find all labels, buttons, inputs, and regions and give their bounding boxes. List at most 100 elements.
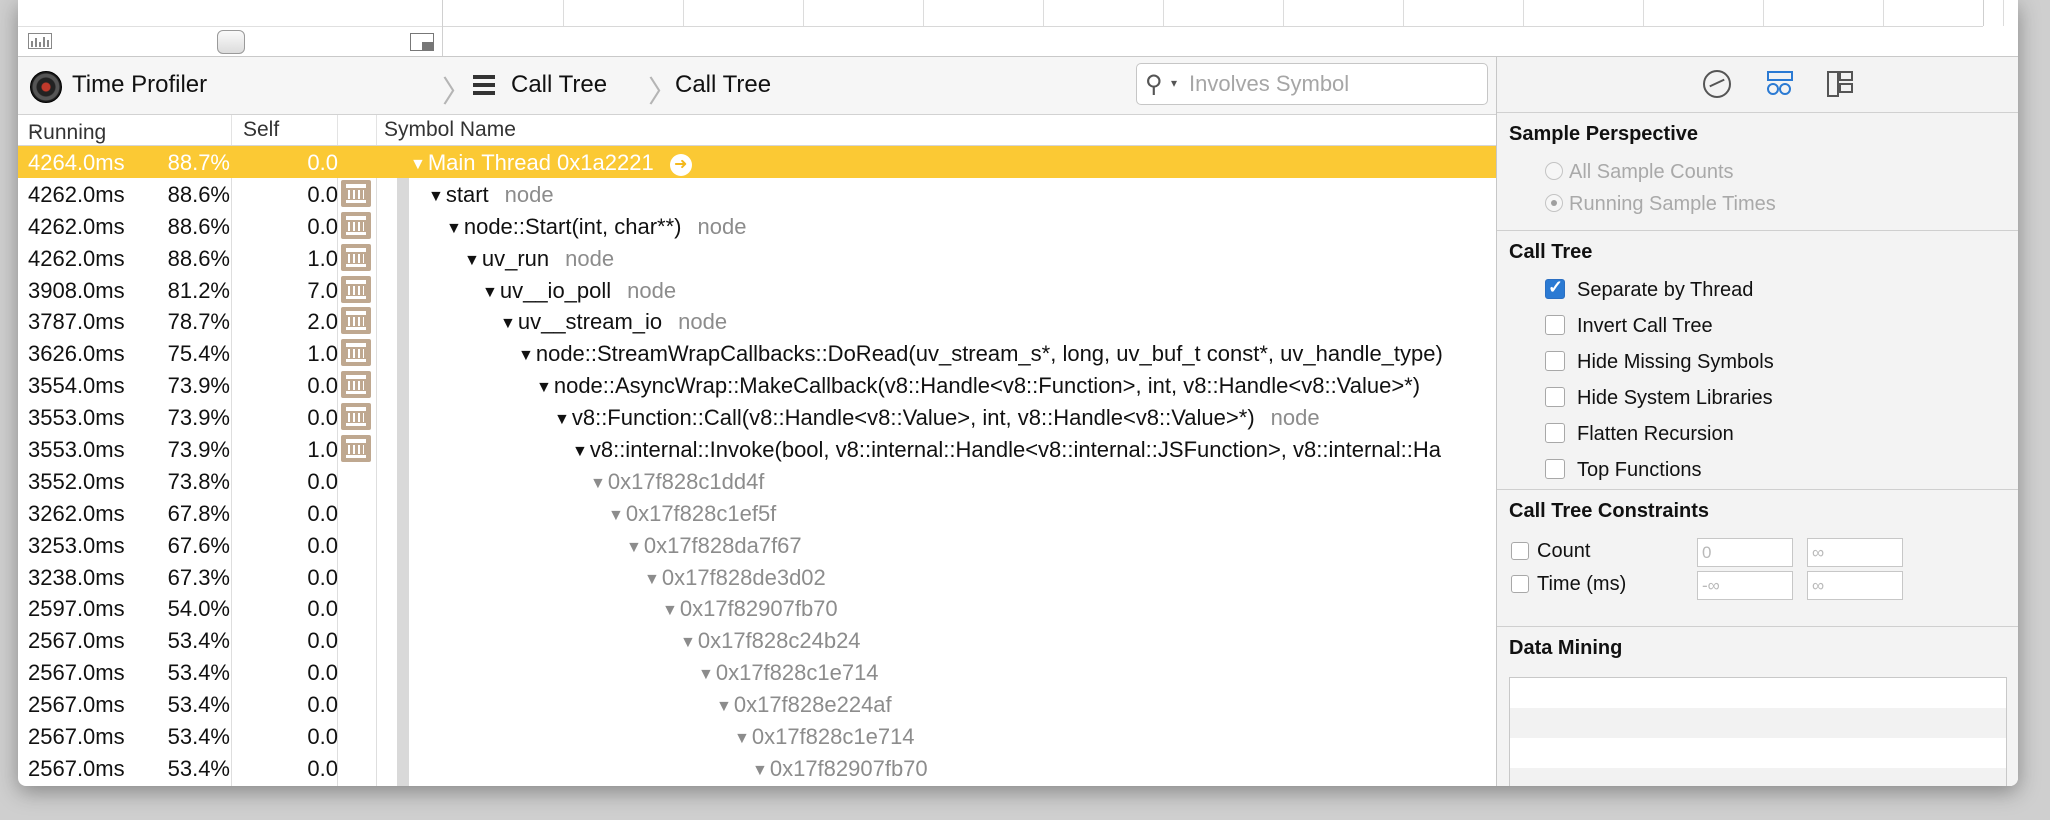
radio-all-sample-counts[interactable]: All Sample Counts <box>1545 161 1734 184</box>
symbol-name[interactable]: ▼uv__stream_io node <box>500 309 727 335</box>
symbol-search[interactable]: ⚲ ▾ <box>1136 63 1488 105</box>
data-mining-list[interactable] <box>1509 677 2007 786</box>
crumb-call-tree[interactable]: Call Tree <box>511 71 607 99</box>
symbol-name[interactable]: ▼0x17f82907fb70 <box>662 596 838 622</box>
symbol-name[interactable]: ▼Main Thread 0x1a2221 ➜ <box>410 150 692 177</box>
table-row[interactable]: 2567.0ms 53.4% 0.0 ▼0x17f828e224af <box>18 688 1496 720</box>
symbol-name[interactable]: ▼v8::internal::Invoke(bool, v8::internal… <box>572 437 1441 463</box>
checkbox-separate-by-thread[interactable]: Separate by Thread <box>1545 277 1753 302</box>
checkbox-flatten-recursion[interactable]: Flatten Recursion <box>1545 423 1734 446</box>
disclosure-triangle-icon[interactable]: ▼ <box>410 156 426 173</box>
call-tree-outline[interactable]: 4264.0ms 88.7% 0.0 ▼Main Thread 0x1a2221 ➜ 42… <box>18 146 1496 786</box>
graph-icon[interactable] <box>28 33 52 49</box>
checkbox-invert-call-tree[interactable]: Invert Call Tree <box>1545 315 1713 338</box>
symbol-name[interactable]: ▼node::StreamWrapCallbacks::DoRead(uv_st… <box>518 341 1443 367</box>
table-row[interactable]: 4262.0ms 88.6% 1.0 ▼uv_run node <box>18 242 1496 274</box>
table-row[interactable]: 3553.0ms 73.9% 1.0 ▼v8::internal::Invoke(bo… <box>18 433 1496 465</box>
constraint-count[interactable]: Count <box>1511 540 1590 563</box>
checkbox-hide-system-libraries[interactable]: Hide System Libraries <box>1545 387 1773 410</box>
disclosure-triangle-icon[interactable]: ▼ <box>680 634 696 651</box>
table-row[interactable]: 4262.0ms 88.6% 0.0 ▼start node <box>18 178 1496 210</box>
checkbox-checked-icon[interactable] <box>1545 277 1565 299</box>
symbol-name[interactable]: ▼0x17f82907fb70 <box>752 756 928 782</box>
table-row[interactable]: 2597.0ms 54.0% 0.0 ▼0x17f82907fb70 <box>18 592 1496 624</box>
disclosure-triangle-icon[interactable]: ▼ <box>572 443 588 460</box>
disclosure-triangle-icon[interactable]: ▼ <box>644 571 660 588</box>
col-symbol-name[interactable]: Symbol Name <box>384 118 516 142</box>
table-row[interactable]: 3787.0ms 78.7% 2.0 ▼uv__stream_io node <box>18 305 1496 337</box>
chevron-down-icon[interactable]: ▾ <box>1171 76 1177 90</box>
symbol-name[interactable]: ▼node::AsyncWrap::MakeCallback(v8::Handl… <box>536 373 1420 399</box>
symbol-name[interactable]: ▼0x17f828c1dd4f <box>590 469 764 495</box>
table-row[interactable]: 3553.0ms 73.9% 0.0 ▼v8::Function::Call(v8::… <box>18 401 1496 433</box>
table-row[interactable]: 3253.0ms 67.6% 0.0 ▼0x17f828da7f67 <box>18 529 1496 561</box>
panel-toggle-icon[interactable] <box>410 33 434 51</box>
disclosure-triangle-icon[interactable]: ▼ <box>608 507 624 524</box>
checkbox-icon[interactable] <box>1545 423 1565 443</box>
disclosure-triangle-icon[interactable]: ▼ <box>752 762 768 779</box>
search-icon[interactable]: ⚲ <box>1145 70 1163 99</box>
checkbox-icon[interactable] <box>1511 575 1529 593</box>
symbol-name[interactable]: ▼0x17f828de3d02 <box>644 565 826 591</box>
table-row[interactable]: 3552.0ms 73.8% 0.0 ▼0x17f828c1dd4f <box>18 465 1496 497</box>
table-row[interactable]: 2567.0ms 53.4% 0.0 ▼0x17f828c1e714 <box>18 720 1496 752</box>
disclosure-triangle-icon[interactable]: ▼ <box>482 284 498 301</box>
table-row[interactable]: 3554.0ms 73.9% 0.0 ▼node::AsyncWrap::MakeCa… <box>18 369 1496 401</box>
disclosure-triangle-icon[interactable]: ▼ <box>698 666 714 683</box>
disclosure-triangle-icon[interactable]: ▼ <box>554 411 570 428</box>
table-row[interactable]: 4264.0ms 88.7% 0.0 ▼Main Thread 0x1a2221 ➜ <box>18 146 1496 178</box>
disclosure-triangle-icon[interactable]: ▼ <box>626 539 642 556</box>
disclosure-triangle-icon[interactable]: ▼ <box>518 347 534 364</box>
symbol-name[interactable]: ▼v8::Function::Call(v8::Handle<v8::Value… <box>554 405 1320 431</box>
table-row[interactable]: 3908.0ms 81.2% 7.0 ▼uv__io_poll node <box>18 274 1496 306</box>
table-row[interactable]: 3262.0ms 67.8% 0.0 ▼0x17f828c1ef5f <box>18 497 1496 529</box>
checkbox-icon[interactable] <box>1511 542 1529 560</box>
table-row[interactable]: 2567.0ms 53.4% 0.0 ▼0x17f828c24b24 <box>18 624 1496 656</box>
count-min-field[interactable] <box>1697 538 1793 567</box>
disclosure-triangle-icon[interactable]: ▼ <box>734 730 750 747</box>
col-self[interactable]: Self <box>243 118 279 142</box>
table-row[interactable]: 3626.0ms 75.4% 1.0 ▼node::StreamWrapCallbac… <box>18 337 1496 369</box>
track-scale-slider[interactable] <box>217 30 245 54</box>
symbol-name[interactable]: ▼0x17f828c1e714 <box>698 660 879 686</box>
crumb-instrument[interactable]: Time Profiler <box>72 71 207 99</box>
crumb-call-tree-2[interactable]: Call Tree <box>675 71 771 99</box>
radio-selected-icon[interactable] <box>1545 194 1563 212</box>
time-max-field[interactable] <box>1807 571 1903 600</box>
radio-running-sample-times[interactable]: Running Sample Times <box>1545 193 1776 216</box>
disclosure-triangle-icon[interactable]: ▼ <box>536 379 552 396</box>
table-row[interactable]: 4262.0ms 88.6% 0.0 ▼node::Start(int, char**… <box>18 210 1496 242</box>
checkbox-icon[interactable] <box>1545 459 1565 479</box>
search-input[interactable] <box>1187 67 1481 101</box>
extended-detail-icon[interactable] <box>1825 69 1855 99</box>
table-row[interactable]: 2567.0ms 53.4% 0.0 ▼0x17f82907fb70 <box>18 752 1496 784</box>
table-row[interactable]: 2567.0ms 53.4% 0.0 ▼0x17f828c1e714 <box>18 656 1496 688</box>
display-settings-icon[interactable] <box>1765 69 1795 99</box>
time-min-field[interactable] <box>1697 571 1793 600</box>
symbol-name[interactable]: ▼0x17f828e224af <box>716 692 892 718</box>
symbol-name[interactable]: ▼uv__io_poll node <box>482 278 676 304</box>
checkbox-top-functions[interactable]: Top Functions <box>1545 459 1702 482</box>
symbol-name[interactable]: ▼0x17f828c24b24 <box>680 628 861 654</box>
count-max-field[interactable] <box>1807 538 1903 567</box>
symbol-name[interactable]: ▼0x17f828da7f67 <box>626 533 802 559</box>
disclosure-triangle-icon[interactable]: ▼ <box>662 602 678 619</box>
disclosure-triangle-icon[interactable]: ▼ <box>716 698 732 715</box>
symbol-name[interactable]: ▼start node <box>428 182 554 208</box>
symbol-name[interactable]: ▼node::Start(int, char**) node <box>446 214 746 240</box>
constraint-time[interactable]: Time (ms) <box>1511 573 1626 596</box>
arrow-right-icon[interactable]: ➜ <box>669 154 692 176</box>
checkbox-icon[interactable] <box>1545 387 1565 407</box>
checkbox-hide-missing-symbols[interactable]: Hide Missing Symbols <box>1545 351 1774 374</box>
disclosure-triangle-icon[interactable]: ▼ <box>500 315 516 332</box>
checkbox-icon[interactable] <box>1545 351 1565 371</box>
disclosure-triangle-icon[interactable]: ▼ <box>446 220 462 237</box>
symbol-name[interactable]: ▼0x17f828c1e714 <box>734 724 915 750</box>
symbol-name[interactable]: ▼uv_run node <box>464 246 614 272</box>
disclosure-triangle-icon[interactable]: ▼ <box>428 188 444 205</box>
disclosure-triangle-icon[interactable]: ▼ <box>464 252 480 269</box>
disclosure-triangle-icon[interactable]: ▼ <box>590 475 606 492</box>
timeline-ruler[interactable] <box>443 0 2004 27</box>
table-row[interactable]: 3238.0ms 67.3% 0.0 ▼0x17f828de3d02 <box>18 561 1496 593</box>
record-settings-icon[interactable] <box>1703 70 1731 98</box>
